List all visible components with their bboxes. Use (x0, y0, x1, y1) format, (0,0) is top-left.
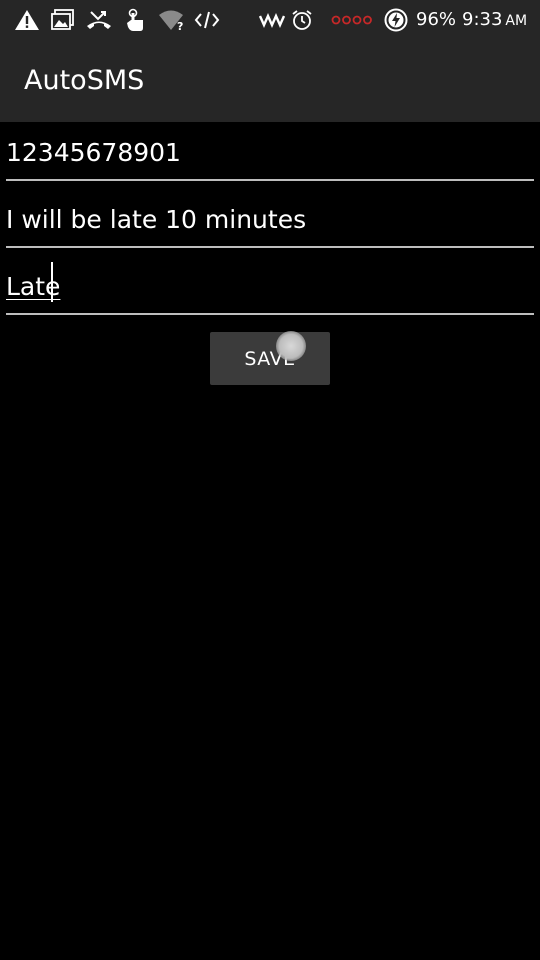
message-field[interactable]: I will be late 10 minutes (6, 192, 534, 248)
signal-wave-icon (259, 8, 285, 32)
name-field[interactable]: Late (6, 259, 534, 315)
touch-icon (122, 8, 148, 32)
clock-ampm: AM (505, 13, 528, 29)
battery-charging-icon (383, 8, 409, 32)
missed-call-icon (86, 8, 112, 32)
svg-text:?: ? (177, 20, 183, 31)
clock-time: 9:33 (462, 9, 503, 30)
phone-number-field[interactable]: 12345678901 (6, 125, 534, 181)
status-bar: ? 96% 9:33 AM (0, 0, 540, 40)
battery-percent: 96% (416, 9, 457, 30)
save-button[interactable]: SAVE (210, 332, 330, 385)
no-signal-icon (331, 8, 373, 32)
clock: 9:33 AM (462, 8, 527, 32)
message-value: I will be late 10 minutes (6, 205, 307, 234)
touch-indicator (276, 331, 306, 361)
code-icon (194, 8, 220, 32)
wifi-question-icon: ? (158, 8, 186, 32)
app-title: AutoSMS (24, 65, 145, 96)
phone-number-value: 12345678901 (6, 138, 181, 167)
warning-icon (14, 8, 40, 32)
text-cursor (51, 262, 53, 302)
app-bar: AutoSMS (0, 40, 540, 122)
gallery-icon (50, 8, 76, 32)
alarm-icon (290, 8, 314, 32)
